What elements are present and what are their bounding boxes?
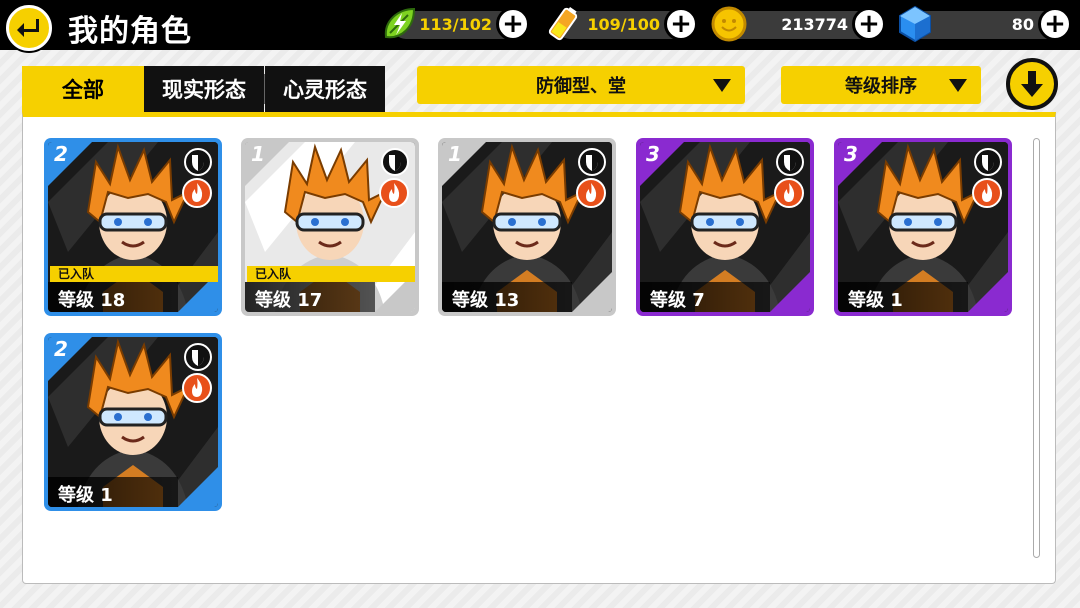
character-card[interactable]: 1 等级 13 — [438, 138, 616, 316]
stamina-counter: 109/100 + — [548, 6, 698, 41]
type-filter-value: 防御型、堂 — [536, 76, 626, 97]
page-title: 我的角色 — [68, 14, 192, 49]
card-icons — [972, 148, 1002, 208]
in-team-tag: 已入队 — [50, 266, 218, 282]
character-portrait: 3 等级 7 — [640, 142, 810, 312]
character-card[interactable]: 3 等级 7 — [636, 138, 814, 316]
card-icons — [774, 148, 804, 208]
fire-icon — [182, 178, 212, 208]
corner-stripe-decoration — [178, 467, 218, 507]
battery-icon — [548, 6, 578, 41]
shield-icon — [184, 148, 212, 176]
card-icons — [576, 148, 606, 208]
corner-stripe-decoration — [770, 272, 810, 312]
tab-spirit-form[interactable]: 心灵形态 — [265, 66, 385, 112]
rank-number: 2 — [54, 142, 68, 166]
sort-order-button[interactable] — [1006, 58, 1058, 110]
card-icons — [182, 343, 212, 403]
gem-value: 80 — [1011, 15, 1034, 34]
fire-icon — [182, 373, 212, 403]
rank-number: 3 — [844, 142, 858, 166]
fire-icon — [972, 178, 1002, 208]
form-tabs: 全部 现实形态 心灵形态 — [22, 66, 385, 112]
add-energy-button[interactable]: + — [496, 7, 530, 41]
character-level: 等级 7 — [640, 282, 770, 312]
arrow-down-icon — [1021, 71, 1043, 97]
shield-icon — [974, 148, 1002, 176]
rank-number: 1 — [251, 142, 265, 166]
corner-stripe-decoration — [968, 272, 1008, 312]
in-team-tag: 已入队 — [247, 266, 415, 282]
stamina-value: 109/100 — [587, 15, 660, 34]
rank-number: 2 — [54, 337, 68, 361]
character-portrait: 1 等级 13 — [442, 142, 612, 312]
fire-icon — [576, 178, 606, 208]
gold-counter: 213774 + — [711, 6, 886, 42]
character-level: 等级 17 — [245, 282, 375, 312]
list-scrollbar[interactable] — [1033, 138, 1040, 558]
gold-value: 213774 — [781, 15, 848, 34]
card-icons — [182, 148, 212, 208]
character-card[interactable]: 2 已入队 等级 18 — [44, 138, 222, 316]
character-level: 等级 1 — [48, 477, 178, 507]
top-bar: 我的角色 113/102 + 109/100 + 213774 + 80 + — [0, 0, 1080, 51]
leaf-energy-icon — [384, 7, 416, 39]
character-card[interactable]: 3 等级 1 — [834, 138, 1012, 316]
shield-icon — [184, 343, 212, 371]
rank-number: 1 — [448, 142, 462, 166]
character-level: 等级 13 — [442, 282, 572, 312]
add-gem-button[interactable]: + — [1038, 7, 1072, 41]
tab-reality-form[interactable]: 现实形态 — [144, 66, 264, 112]
character-card[interactable]: 1 已入队 等级 17 — [241, 138, 419, 316]
tab-all[interactable]: 全部 — [22, 66, 144, 112]
shield-icon — [381, 148, 409, 176]
sort-dropdown[interactable]: 等级排序 — [781, 66, 981, 104]
character-portrait: 2 已入队 等级 18 — [48, 142, 218, 312]
sort-value: 等级排序 — [845, 76, 917, 97]
corner-stripe-decoration — [572, 272, 612, 312]
type-filter-dropdown[interactable]: 防御型、堂 — [417, 66, 745, 104]
character-level: 等级 1 — [838, 282, 968, 312]
fire-icon — [379, 178, 409, 208]
energy-value: 113/102 — [419, 15, 492, 34]
dropdown-arrow-icon — [949, 79, 967, 92]
back-button[interactable] — [6, 5, 52, 51]
character-level: 等级 18 — [48, 282, 178, 312]
back-arrow-icon — [17, 19, 39, 37]
gem-counter: 80 + — [899, 5, 1072, 43]
character-portrait: 3 等级 1 — [838, 142, 1008, 312]
add-gold-button[interactable]: + — [852, 7, 886, 41]
add-stamina-button[interactable]: + — [664, 7, 698, 41]
dropdown-arrow-icon — [713, 79, 731, 92]
coin-icon — [711, 6, 747, 42]
character-card[interactable]: 2 等级 1 — [44, 333, 222, 511]
crystal-icon — [899, 5, 931, 43]
character-portrait: 1 已入队 等级 17 — [245, 142, 415, 312]
card-icons — [379, 148, 409, 208]
fire-icon — [774, 178, 804, 208]
shield-icon — [578, 148, 606, 176]
rank-number: 3 — [646, 142, 660, 166]
energy-counter: 113/102 + — [384, 7, 530, 41]
shield-icon — [776, 148, 804, 176]
character-portrait: 2 等级 1 — [48, 337, 218, 507]
